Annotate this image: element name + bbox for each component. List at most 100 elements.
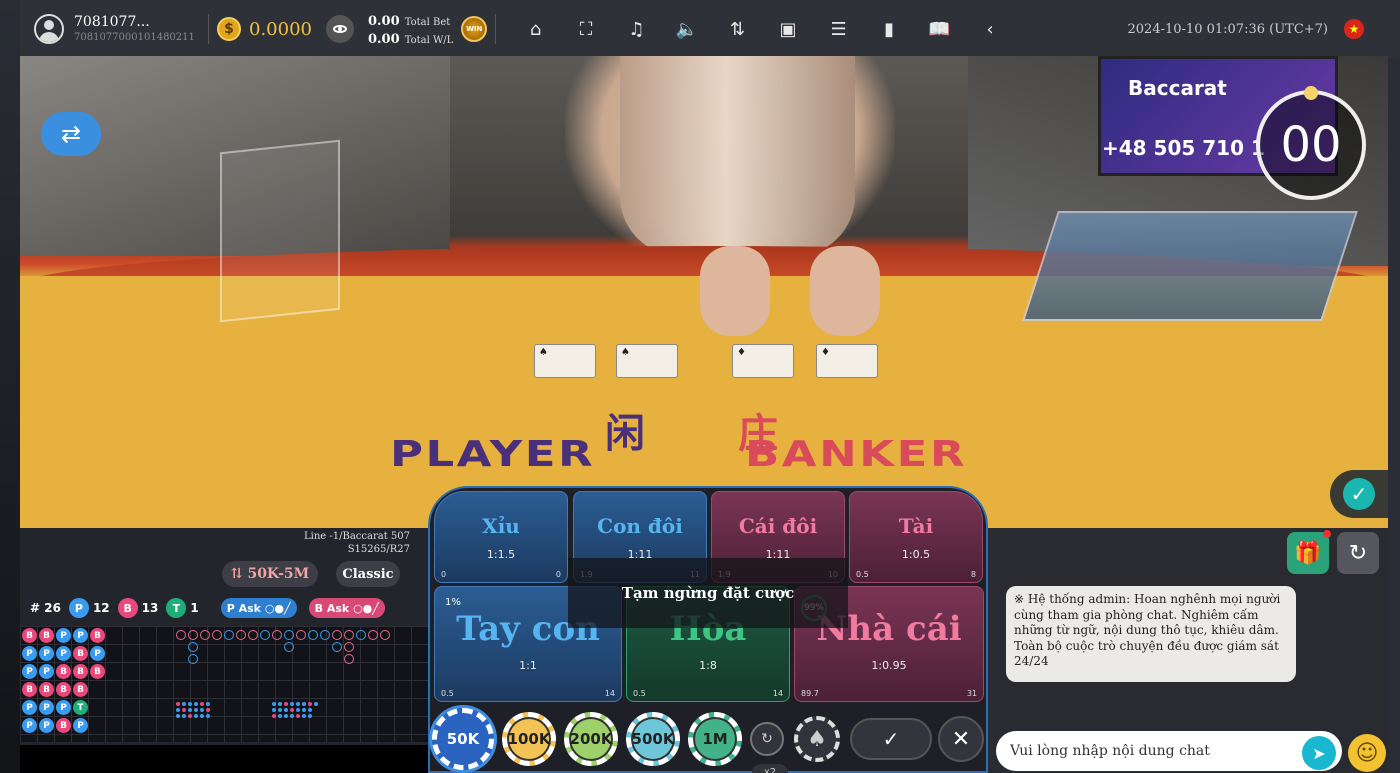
double-bet-button[interactable]: x2 — [752, 764, 788, 773]
bet-odds: 1:1 — [519, 659, 537, 672]
chip-1m[interactable]: 1M — [688, 712, 742, 766]
chip-50k[interactable]: 50K — [432, 708, 494, 770]
small-road-mark — [188, 702, 192, 706]
bead-result: B — [73, 682, 88, 697]
custom-chip-spade-icon[interactable]: ♠ — [794, 716, 840, 762]
repeat-icon: ↻ — [761, 731, 773, 747]
small-road-mark — [200, 714, 204, 718]
balance-amount: 0.0000 — [249, 18, 312, 40]
small-road-mark — [278, 702, 282, 706]
home-icon[interactable]: ⌂ — [510, 0, 561, 58]
volume-icon[interactable]: 🔈 — [662, 0, 713, 58]
big-road-mark — [284, 642, 294, 652]
confirm-bet-button[interactable]: ✓ — [850, 718, 932, 760]
vietnam-flag-icon[interactable]: ★ — [1344, 19, 1364, 39]
banker-ask-button[interactable]: B Ask ○●╱ — [308, 598, 385, 618]
bet-players: 8 — [970, 570, 976, 579]
big-road-mark — [260, 630, 270, 640]
bet-stats: 0.5 14 — [633, 689, 783, 698]
win-badge-icon[interactable]: WIN — [461, 16, 488, 42]
banker-table-label: BANKER — [745, 434, 968, 475]
small-road-mark — [308, 714, 312, 718]
chat-input[interactable] — [996, 731, 1342, 771]
bead-result: B — [73, 664, 88, 679]
bet-players: 14 — [604, 689, 615, 698]
gift-icon[interactable]: 🎁 — [1287, 530, 1331, 574]
repeat-bet-button[interactable]: ↻ x2 — [750, 722, 788, 773]
bet-pool: 0.5 — [441, 689, 454, 698]
user-info[interactable]: 7081077... 7081077000101480211 — [20, 14, 200, 44]
big-road-mark — [356, 630, 366, 640]
settings-sliders-icon[interactable]: ☰ — [813, 0, 864, 58]
small-road-mark — [200, 702, 204, 706]
toolbar-icons: ⌂ ⛶ ♫ 🔈 ⇅ ▣ ☰ ▮ 📖 ‹ — [510, 0, 1015, 58]
chevron-left-icon[interactable]: ‹ — [965, 0, 1016, 58]
user-id: 7081077000101480211 — [74, 32, 195, 43]
music-off-icon[interactable]: ♫ — [611, 0, 662, 58]
stats-icon[interactable]: ▮ — [864, 0, 915, 58]
small-road-mark — [314, 702, 318, 706]
send-icon[interactable]: ➤ — [1302, 736, 1336, 770]
mode-classic-button[interactable]: Classic — [336, 561, 400, 587]
small-road-mark — [206, 714, 210, 718]
bead-result: P — [39, 718, 54, 733]
bet-pool: 0 — [441, 570, 447, 579]
live-video: ♠ ♠ ♦ ♦ Baccarat +48 505 710 1 闲 庄 PLAYE… — [20, 56, 1388, 528]
card: ♦ — [816, 344, 878, 378]
bet-odds: 1:0.5 — [901, 548, 931, 561]
tie-count-icon: T — [166, 598, 187, 618]
bead-result: B — [73, 646, 88, 661]
bet-stats: 0.5 8 — [856, 570, 976, 579]
chip-500k[interactable]: 500K — [626, 712, 680, 766]
book-icon[interactable]: 📖 — [914, 0, 965, 58]
player-ask-button[interactable]: P Ask ○●╱ — [220, 598, 297, 618]
total-bet-label: Total Bet — [404, 16, 451, 28]
bead-result: B — [90, 628, 105, 643]
bead-result: B — [22, 628, 37, 643]
bead-result: B — [56, 682, 71, 697]
big-road-mark — [200, 630, 210, 640]
bet-pool: 0.5 — [633, 689, 646, 698]
emoji-icon[interactable]: ☺ — [1348, 734, 1386, 772]
eye-icon[interactable] — [325, 15, 354, 43]
bet-name: Con đôi — [597, 514, 683, 538]
small-road-mark — [206, 702, 210, 706]
separator — [208, 14, 209, 44]
chip-100k[interactable]: 100K — [502, 712, 556, 766]
chip-bar: 50K 100K 200K 500K 1M ↻ x2 ♠ ✓ ✕ — [428, 705, 988, 773]
small-road-mark — [290, 702, 294, 706]
video-icon[interactable]: ▣ — [763, 0, 814, 58]
small-road-mark — [176, 714, 180, 718]
bet-small-cell[interactable]: Xỉu 1:1.5 0 0 — [434, 491, 568, 583]
verify-button[interactable]: ✓ — [1330, 470, 1388, 518]
refresh-icon[interactable]: ↻ — [1337, 532, 1379, 574]
bet-limit-button[interactable]: ⇅ 50K-5M — [222, 561, 318, 587]
bet-big-cell[interactable]: Tài 1:0.5 0.5 8 — [849, 491, 983, 583]
dealer-hand — [810, 246, 880, 336]
bead-result: P — [56, 646, 71, 661]
small-road-mark — [278, 708, 282, 712]
banker-count-icon: B — [117, 598, 138, 618]
small-road-mark — [182, 714, 186, 718]
sort-icon[interactable]: ⇅ — [712, 0, 763, 58]
line-info: Line -1/Baccarat 507 — [304, 531, 410, 542]
big-road-mark — [380, 630, 390, 640]
small-road-mark — [188, 708, 192, 712]
fullscreen-icon[interactable]: ⛶ — [561, 0, 612, 58]
bet-name: Tài — [898, 514, 934, 538]
cancel-bet-button[interactable]: ✕ — [938, 716, 984, 762]
big-road-mark — [344, 630, 354, 640]
bead-result: P — [22, 700, 37, 715]
switch-table-icon[interactable]: ⇄ — [41, 112, 101, 156]
avatar-icon[interactable] — [34, 14, 64, 44]
banker-ask-label: B Ask — [314, 601, 350, 615]
chip-200k[interactable]: 200K — [564, 712, 618, 766]
countdown-value: 00 — [1280, 117, 1342, 173]
bead-result: P — [22, 718, 37, 733]
road-panel: Line -1/Baccarat 507 S15265/R27 ⇅ 50K-5M… — [20, 528, 428, 745]
road-grid: BPPBPPBPPBPPPPBBPBPBBBTPBPB — [20, 626, 428, 742]
total-wl-label: Total W/L — [404, 35, 454, 46]
big-road-mark — [344, 654, 354, 664]
bead-result: B — [39, 628, 54, 643]
dealer-hand — [700, 246, 770, 336]
